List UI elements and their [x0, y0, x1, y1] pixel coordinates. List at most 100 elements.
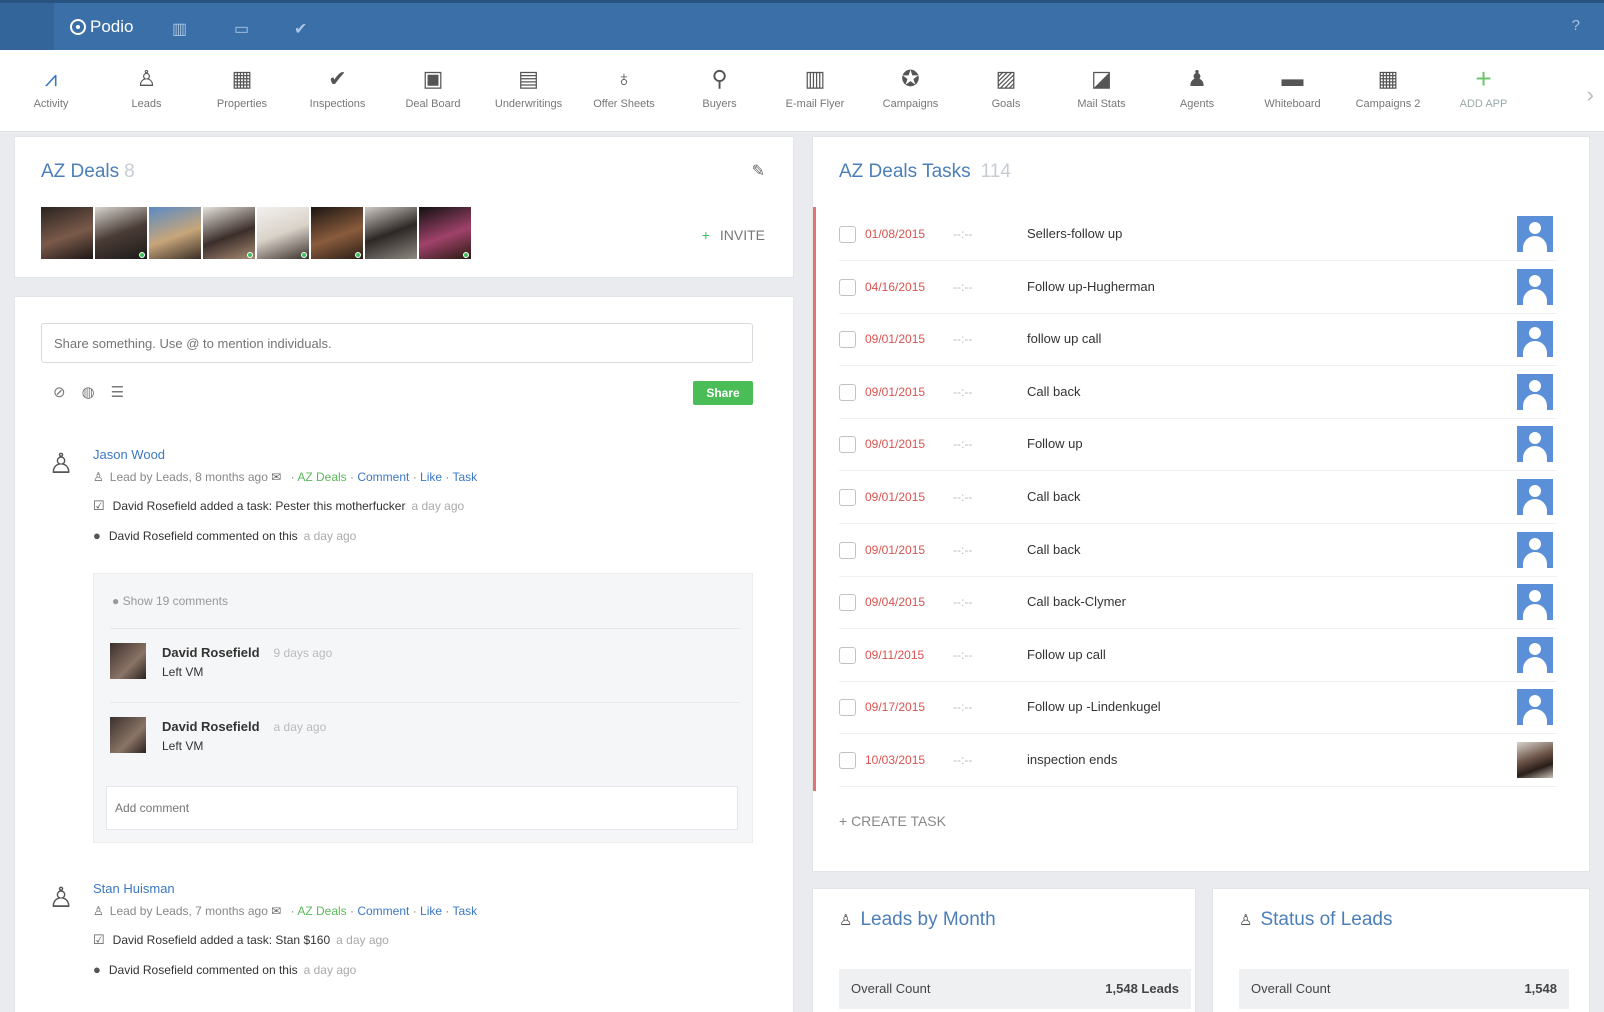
task-row[interactable]: 09/01/2015 --:-- Call back [839, 365, 1557, 419]
app-offer-sheets[interactable]: ♁ Offer Sheets [576, 64, 672, 110]
task-row[interactable]: 01/08/2015 --:-- Sellers-follow up [839, 207, 1557, 261]
calendar-icon[interactable]: ▭ [234, 19, 249, 39]
app-inspections[interactable]: ✔ Inspections [290, 64, 386, 110]
check-icon[interactable]: ✔ [294, 19, 307, 39]
task-title[interactable]: Follow up call [1027, 647, 1106, 662]
post-workspace-link[interactable]: AZ Deals [297, 904, 346, 918]
task-checkbox[interactable] [839, 699, 856, 717]
task-row[interactable]: 09/17/2015 --:-- Follow up -Lindenkugel [839, 680, 1557, 735]
task-checkbox[interactable] [839, 594, 856, 612]
task-checkbox[interactable] [839, 226, 856, 243]
globe-icon[interactable]: ◍ [82, 383, 95, 401]
tasks-title[interactable]: AZ Deals Tasks 114 [839, 161, 1011, 183]
post-author[interactable]: Stan Huisman [93, 881, 753, 896]
member-avatar[interactable] [41, 207, 93, 259]
task-title[interactable]: Call back [1027, 384, 1080, 399]
commenter-avatar[interactable] [110, 717, 146, 753]
assignee-avatar[interactable] [1517, 479, 1553, 515]
like-link[interactable]: Like [420, 470, 442, 484]
help-icon[interactable]: ? [1572, 17, 1580, 34]
app-leads[interactable]: ♙ Leads [99, 64, 195, 110]
task-row[interactable]: 09/01/2015 --:-- Call back [839, 470, 1557, 524]
member-avatar[interactable] [419, 207, 471, 259]
task-row[interactable]: 10/03/2015 --:-- inspection ends [839, 733, 1557, 787]
assignee-avatar[interactable] [1517, 689, 1553, 726]
app-agents[interactable]: ♟ Agents [1149, 64, 1245, 110]
task-checkbox[interactable] [839, 383, 856, 401]
add-comment-input[interactable] [106, 786, 738, 830]
assignee-avatar[interactable] [1517, 268, 1553, 305]
task-link[interactable]: Task [453, 904, 478, 918]
like-link[interactable]: Like [420, 904, 442, 918]
paperclip-icon[interactable]: ⊘ [53, 383, 66, 401]
member-avatar[interactable] [95, 207, 147, 259]
app-buyers[interactable]: ⚲ Buyers [672, 64, 768, 110]
task-row[interactable]: 09/01/2015 --:-- Follow up [839, 417, 1557, 472]
task-title[interactable]: Follow up [1027, 436, 1083, 451]
app-deal-board[interactable]: ▣ Deal Board [385, 64, 481, 110]
assignee-avatar[interactable] [1517, 373, 1553, 410]
task-checkbox[interactable] [839, 489, 856, 506]
assignee-avatar[interactable] [1517, 216, 1553, 252]
assignee-avatar[interactable] [1517, 531, 1553, 568]
app-campaigns-2[interactable]: ▦ Campaigns 2 [1340, 64, 1436, 110]
task-link[interactable]: Task [453, 470, 478, 484]
podio-logo[interactable]: Podio [70, 17, 133, 37]
pin-icon[interactable]: ✎ [752, 161, 765, 181]
assignee-avatar[interactable] [1517, 636, 1553, 673]
task-row[interactable]: 09/01/2015 --:-- Call back [839, 523, 1557, 577]
list-icon[interactable]: ☰ [111, 383, 124, 401]
widget-title[interactable]: ♙ Status of Leads [1239, 909, 1393, 931]
member-avatar[interactable] [257, 207, 309, 259]
post-workspace-link[interactable]: AZ Deals [297, 470, 346, 484]
task-checkbox[interactable] [839, 436, 856, 454]
task-checkbox[interactable] [839, 278, 856, 296]
app-whiteboard[interactable]: ▬ Whiteboard [1245, 64, 1341, 110]
workspace-title[interactable]: AZ Deals 8 [41, 161, 135, 183]
task-title[interactable]: inspection ends [1027, 752, 1117, 767]
chevron-right-icon[interactable]: › [1587, 82, 1594, 108]
invite-button[interactable]: + INVITE [702, 227, 765, 243]
task-title[interactable]: Follow up -Lindenkugel [1027, 699, 1161, 714]
task-row[interactable]: 09/04/2015 --:-- Call back-Clymer [839, 575, 1557, 630]
comment-link[interactable]: Comment [357, 470, 409, 484]
post-author[interactable]: Jason Wood [93, 447, 753, 462]
member-avatar[interactable] [203, 207, 255, 259]
task-title[interactable]: follow up call [1027, 331, 1101, 346]
task-checkbox[interactable] [839, 331, 856, 349]
task-title[interactable]: Call back [1027, 542, 1080, 557]
assignee-avatar[interactable] [1517, 426, 1553, 463]
assignee-avatar[interactable] [1517, 584, 1553, 621]
app-goals[interactable]: ▨ Goals [958, 64, 1054, 110]
task-row[interactable]: 09/11/2015 --:-- Follow up call [839, 628, 1557, 682]
task-checkbox[interactable] [839, 646, 856, 664]
member-avatar[interactable] [311, 207, 363, 259]
app-mail-stats[interactable]: ◪ Mail Stats [1054, 64, 1150, 110]
task-title[interactable]: Sellers-follow up [1027, 226, 1122, 241]
member-avatar[interactable] [149, 207, 201, 259]
task-row[interactable]: 04/16/2015 --:-- Follow up-Hugherman [839, 260, 1557, 314]
commenter-avatar[interactable] [110, 643, 146, 679]
share-input[interactable] [41, 323, 753, 363]
app-e-mail-flyer[interactable]: ▥ E-mail Flyer [767, 64, 863, 110]
app-properties[interactable]: ▦ Properties [194, 64, 290, 110]
building-icon[interactable]: ▥ [172, 19, 187, 39]
task-title[interactable]: Call back [1027, 489, 1080, 504]
task-title[interactable]: Call back-Clymer [1027, 594, 1126, 609]
menu-toggle[interactable] [0, 3, 54, 50]
app-campaigns[interactable]: ✪ Campaigns [863, 64, 959, 110]
share-button[interactable]: Share [693, 381, 753, 405]
task-checkbox[interactable] [839, 541, 856, 559]
task-row[interactable]: 09/01/2015 --:-- follow up call [839, 312, 1557, 367]
member-avatar[interactable] [365, 207, 417, 259]
assignee-avatar[interactable] [1517, 742, 1553, 778]
commenter-name[interactable]: David Rosefield [162, 645, 260, 660]
create-task-button[interactable]: + CREATE TASK [839, 813, 946, 829]
comment-link[interactable]: Comment [357, 904, 409, 918]
show-comments-link[interactable]: ● Show 19 comments [112, 594, 228, 608]
commenter-name[interactable]: David Rosefield [162, 719, 260, 734]
task-checkbox[interactable] [839, 752, 856, 769]
task-title[interactable]: Follow up-Hugherman [1027, 279, 1155, 294]
assignee-avatar[interactable] [1517, 321, 1553, 358]
app-activity[interactable]: ⩘ Activity [3, 64, 99, 110]
